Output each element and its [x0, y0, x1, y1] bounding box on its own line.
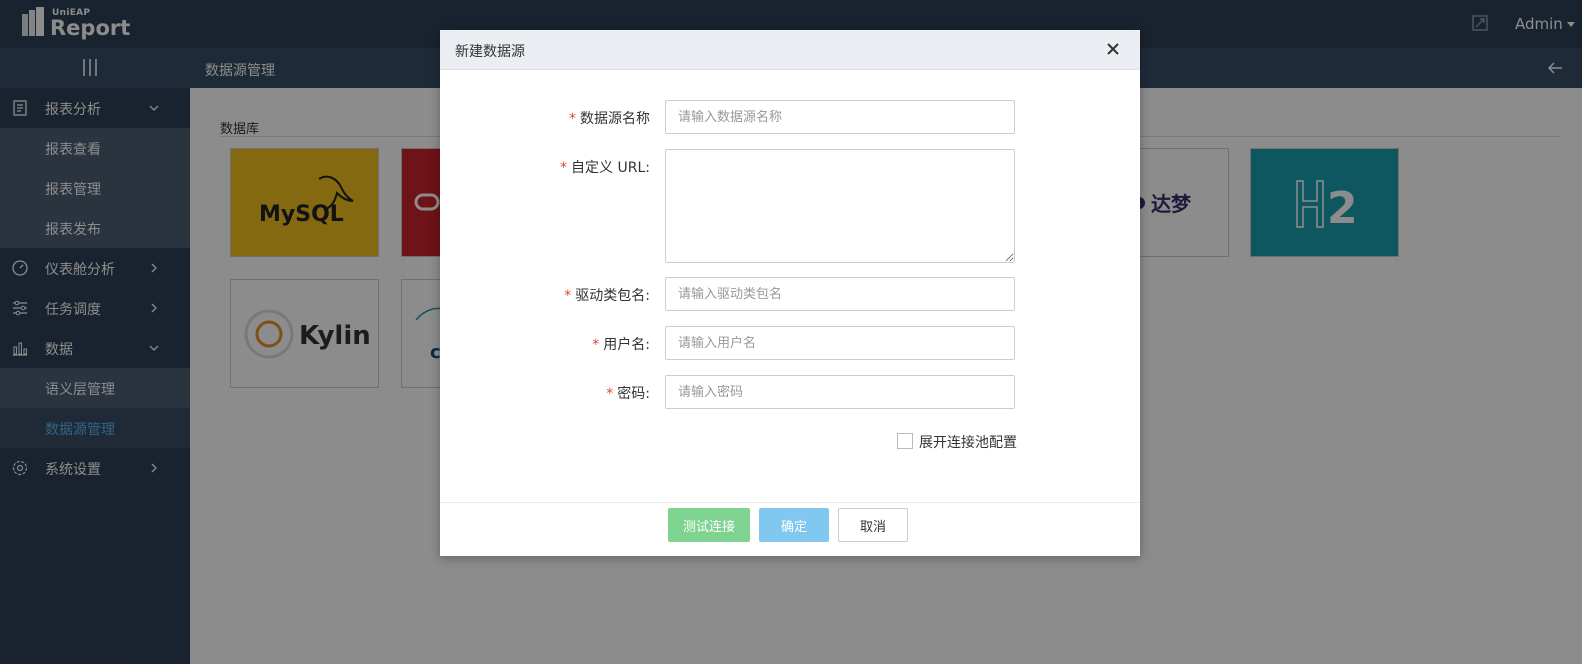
required-mark: * — [606, 386, 614, 402]
custom-url-label: * 自定义 URL: — [560, 157, 650, 177]
required-mark: * — [560, 160, 568, 176]
connection-pool-label[interactable]: 展开连接池配置 — [919, 432, 1017, 452]
datasource-name-label: * 数据源名称 — [569, 108, 650, 128]
required-mark: * — [569, 111, 576, 127]
cancel-button[interactable]: 取消 — [838, 508, 908, 542]
confirm-button[interactable]: 确定 — [759, 508, 829, 542]
dialog-header: 新建数据源 — [440, 30, 1140, 70]
driver-class-label: * 驱动类包名: — [564, 285, 650, 305]
connection-pool-checkbox[interactable] — [897, 433, 913, 449]
close-icon[interactable] — [1105, 41, 1121, 57]
datasource-name-input[interactable] — [665, 100, 1015, 134]
driver-class-input[interactable] — [665, 277, 1015, 311]
test-connection-button[interactable]: 测试连接 — [668, 508, 750, 542]
custom-url-textarea[interactable] — [665, 149, 1015, 263]
password-input[interactable] — [665, 375, 1015, 409]
dialog-title: 新建数据源 — [455, 44, 525, 60]
password-label: * 密码: — [606, 383, 650, 403]
label-text: 数据源名称 — [580, 111, 650, 127]
label-text: 密码: — [617, 386, 650, 402]
label-text: 自定义 URL: — [571, 160, 650, 176]
username-label: * 用户名: — [592, 334, 650, 354]
new-datasource-dialog: 新建数据源 *数据源名称 *自定义 URL: *驱动类包名: *用户名: *密码… — [440, 30, 1140, 556]
required-mark: * — [592, 337, 600, 353]
required-mark: * — [564, 288, 572, 304]
label-text: 用户名: — [603, 337, 650, 353]
label-text: 驱动类包名: — [575, 288, 650, 304]
username-input[interactable] — [665, 326, 1015, 360]
